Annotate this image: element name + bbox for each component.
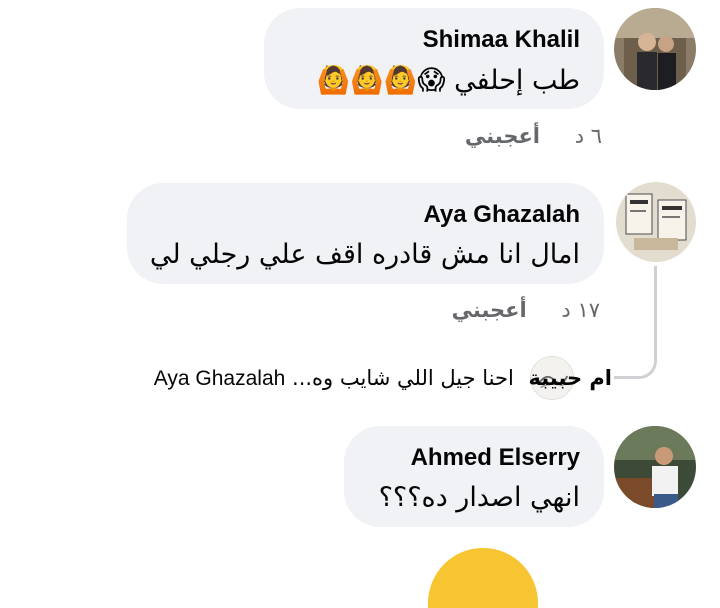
comment-bubble: Ahmed Elserry انهي اصدار ده؟؟؟: [344, 426, 604, 527]
comment-bubble: Aya Ghazalah امال انا مش قادره اقف علي ر…: [127, 183, 604, 284]
comment-text-body: طب إحلفي: [454, 65, 580, 96]
avatar-shimaa-khalil[interactable]: [614, 8, 696, 90]
comment-text: امال انا مش قادره اقف علي رجلي لي: [149, 239, 580, 270]
emoji-person-gesturing: 🙆: [350, 65, 384, 96]
emoji-person-gesturing: 🙆: [316, 65, 351, 96]
comment-time[interactable]: ١٧ د: [561, 298, 600, 322]
comment-author[interactable]: Ahmed Elserry: [411, 444, 580, 472]
comment-meta: ٦ د أعجبني: [465, 124, 602, 148]
comment-meta: ١٧ د أعجبني: [452, 298, 600, 322]
avatar-aya-ghazalah[interactable]: [616, 182, 696, 262]
reply-text: احنا جيل اللي شايب وه...: [292, 366, 514, 390]
comment-author[interactable]: Aya Ghazalah: [423, 201, 580, 229]
reply-author[interactable]: ام حبيبة: [529, 366, 613, 390]
like-button[interactable]: أعجبني: [452, 298, 527, 322]
emoji-face-screaming: 😱: [417, 65, 446, 96]
comment-time[interactable]: ٦ د: [575, 124, 602, 148]
reply-mention[interactable]: Aya Ghazalah: [154, 367, 286, 390]
avatar-ahmed-elserry[interactable]: [614, 426, 696, 508]
comment-bubble: Shimaa Khalil طب إحلفي 😱🙆🙆🙆: [264, 8, 604, 109]
comment-text: طب إحلفي 😱🙆🙆🙆: [316, 64, 580, 96]
emoji-person-gesturing: 🙆: [383, 65, 418, 96]
reply-preview[interactable]: ام حبيبة احنا جيل اللي شايب وه... Aya Gh…: [154, 366, 612, 406]
comment-text: انهي اصدار ده؟؟؟: [378, 482, 580, 513]
partial-emoji-icon: [428, 548, 538, 608]
like-button[interactable]: أعجبني: [465, 124, 540, 148]
comment-author[interactable]: Shimaa Khalil: [423, 26, 580, 54]
reply-thread-line: [614, 266, 657, 379]
